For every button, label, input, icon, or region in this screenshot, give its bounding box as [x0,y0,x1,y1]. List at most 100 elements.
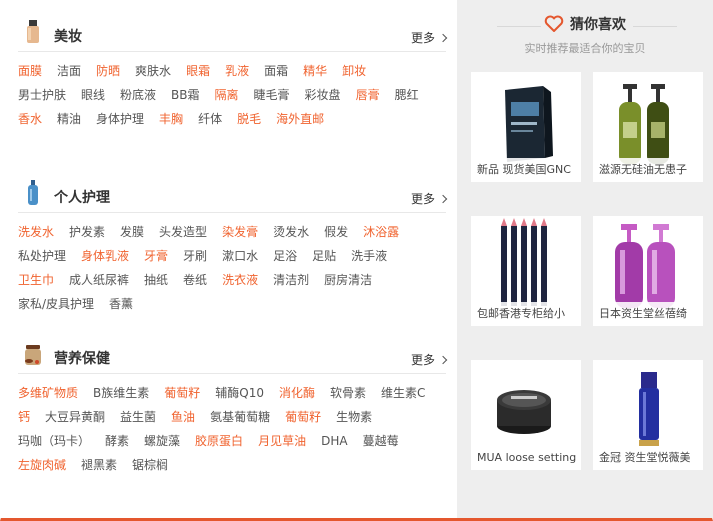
category-tag-link[interactable]: 香薰 [109,292,133,316]
category-tag-link[interactable]: 玛咖（玛卡） [18,429,90,453]
category-tag-link[interactable]: 隔离 [215,83,239,107]
more-label: 更多 [410,31,435,45]
tag-row: 家私/皮具护理 香薰 [18,292,446,316]
category-tag-link[interactable]: 护发素 [69,220,105,244]
category-tag-link[interactable]: 爽肤水 [135,59,171,83]
chevron-right-icon [438,355,448,364]
category-tag-link[interactable]: 头发造型 [159,220,207,244]
chevron-right-icon [438,194,448,203]
category-tag-link[interactable]: 漱口水 [222,244,258,268]
category-tag-link[interactable]: 螺旋藻 [144,429,180,453]
category-tag-link[interactable]: 染发膏 [222,220,258,244]
heart-icon [544,15,564,32]
category-tag-link[interactable]: 酵素 [105,429,129,453]
category-tag-link[interactable]: 钙 [18,405,30,429]
category-tag-link[interactable]: 牙膏 [144,244,168,268]
category-tag-link[interactable]: 蔓越莓 [363,429,399,453]
category-tag-link[interactable]: 左旋肉碱 [18,453,66,477]
tag-row: 男士护肤 眼线 粉底液 BB霜 隔离 睫毛膏 彩妆盘 唇膏 腮红 [18,83,446,107]
category-tag-link[interactable]: 厨房清洁 [324,268,372,292]
category-tag-link[interactable]: 锯棕榈 [132,453,168,477]
category-tag-link[interactable]: 彩妆盘 [305,83,341,107]
category-tag-link[interactable]: 卫生巾 [18,268,54,292]
product-card[interactable]: 日本资生堂丝蓓绮 [593,216,703,326]
category-tag-link[interactable]: 洁面 [57,59,81,83]
category-tag-link[interactable]: DHA [321,429,347,453]
category-tag-link[interactable]: 香水 [18,107,42,131]
tag-row: 面膜 洁面 防晒 爽肤水 眼霜 乳液 面霜 精华 卸妆 [18,59,446,83]
category-tag-link[interactable]: 足浴 [273,244,297,268]
category-tag-link[interactable]: 腮红 [395,83,419,107]
product-card[interactable]: 滋源无硅油无患子 [593,72,703,182]
category-tag-link[interactable]: 面霜 [264,59,288,83]
category-tag-link[interactable]: 男士护肤 [18,83,66,107]
category-tag-link[interactable]: 清洁剂 [273,268,309,292]
divider [497,26,541,27]
category-tag-link[interactable]: 丰胸 [159,107,183,131]
category-tag-link[interactable]: 乳液 [225,59,249,83]
product-card[interactable]: 包邮香港专柜给小 [471,216,581,326]
category-tag-link[interactable]: 面膜 [18,59,42,83]
more-link[interactable]: 更多 [410,29,448,46]
more-link[interactable]: 更多 [411,351,448,368]
product-caption: 包邮香港专柜给小 [471,302,581,326]
guess-title-row: 猜你喜欢 [457,14,713,38]
category-tag-link[interactable]: 洗手液 [351,244,387,268]
tag-list: 洗发水 护发素 发膜 头发造型 染发膏 烫发水 假发 沐浴露 私处护理 身体乳液 牙膏 牙刷 漱口水足… [18,220,446,316]
tag-row: 洗发水 护发素 发膜 头发造型 染发膏 烫发水 假发 沐浴露 [18,220,446,244]
category-tag-link[interactable]: 大豆异黄酮 [45,405,105,429]
category-tag-link[interactable]: 多维矿物质 [18,381,78,405]
category-tag-link[interactable]: 防晒 [96,59,120,83]
category-tag-link[interactable]: 卸妆 [342,59,366,83]
category-tag-link[interactable]: 抽纸 [144,268,168,292]
category-tag-link[interactable]: BB霜 [171,83,199,107]
category-tag-link[interactable]: 洗衣液 [222,268,258,292]
category-tag-link[interactable]: 维生素C [381,381,425,405]
category-tag-link[interactable]: 氨基葡萄糖 [210,405,270,429]
category-tag-link[interactable]: 精华 [303,59,327,83]
foundation-bottle-icon [27,20,39,43]
category-tag-link[interactable]: 牙刷 [183,244,207,268]
shampoo-bottle-icon [28,180,38,205]
product-card[interactable]: 新品 现货美国GNC [471,72,581,182]
category-tag-link[interactable]: 益生菌 [120,405,156,429]
category-tag-link[interactable]: 烫发水 [273,220,309,244]
category-tag-link[interactable]: 胶原蛋白 [195,429,243,453]
category-tag-link[interactable]: 身体护理 [96,107,144,131]
category-tag-link[interactable]: 生物素 [336,405,372,429]
category-tag-link[interactable]: 卷纸 [183,268,207,292]
category-tag-link[interactable]: B族维生素 [93,381,149,405]
category-tag-link[interactable]: 睫毛膏 [254,83,290,107]
category-tag-link[interactable]: 褪黑素 [81,453,117,477]
guess-header: 猜你喜欢 实时推荐最适合你的宝贝 [457,14,713,56]
category-tag-link[interactable]: 家私/皮具护理 [18,292,94,316]
category-tag-link[interactable]: 发膜 [120,220,144,244]
tag-list: 多维矿物质 B族维生素 葡萄籽 辅酶Q10 消化酶 软骨素 维生素C 钙大豆异黄酮 益生菌 鱼油… [18,381,446,477]
category-tag-link[interactable]: 沐浴露 [363,220,399,244]
category-tag-link[interactable]: 身体乳液 [81,244,129,268]
more-link[interactable]: 更多 [411,190,448,207]
category-tag-link[interactable]: 脱毛 [237,107,261,131]
category-tag-link[interactable]: 葡萄籽 [285,405,321,429]
category-tag-link[interactable]: 精油 [57,107,81,131]
section-header: 营养保健 更多 [18,344,448,374]
category-tag-link[interactable]: 月见草油 [258,429,306,453]
category-tag-link[interactable]: 足贴 [312,244,336,268]
category-tag-link[interactable]: 成人纸尿裤 [69,268,129,292]
category-tag-link[interactable]: 私处护理 [18,244,66,268]
category-tag-link[interactable]: 粉底液 [120,83,156,107]
category-tag-link[interactable]: 纤体 [198,107,222,131]
category-tag-link[interactable]: 软骨素 [330,381,366,405]
category-tag-link[interactable]: 眼霜 [186,59,210,83]
category-tag-link[interactable]: 假发 [324,220,348,244]
category-tag-link[interactable]: 葡萄籽 [164,381,200,405]
product-card[interactable]: MUA loose setting [471,360,581,470]
category-tag-link[interactable]: 消化酶 [279,381,315,405]
category-tag-link[interactable]: 辅酶Q10 [215,381,264,405]
product-card[interactable]: 金冠 资生堂悦薇美 [593,360,703,470]
category-tag-link[interactable]: 唇膏 [356,83,380,107]
category-tag-link[interactable]: 海外直邮 [276,107,324,131]
category-tag-link[interactable]: 眼线 [81,83,105,107]
category-tag-link[interactable]: 洗发水 [18,220,54,244]
category-tag-link[interactable]: 鱼油 [171,405,195,429]
